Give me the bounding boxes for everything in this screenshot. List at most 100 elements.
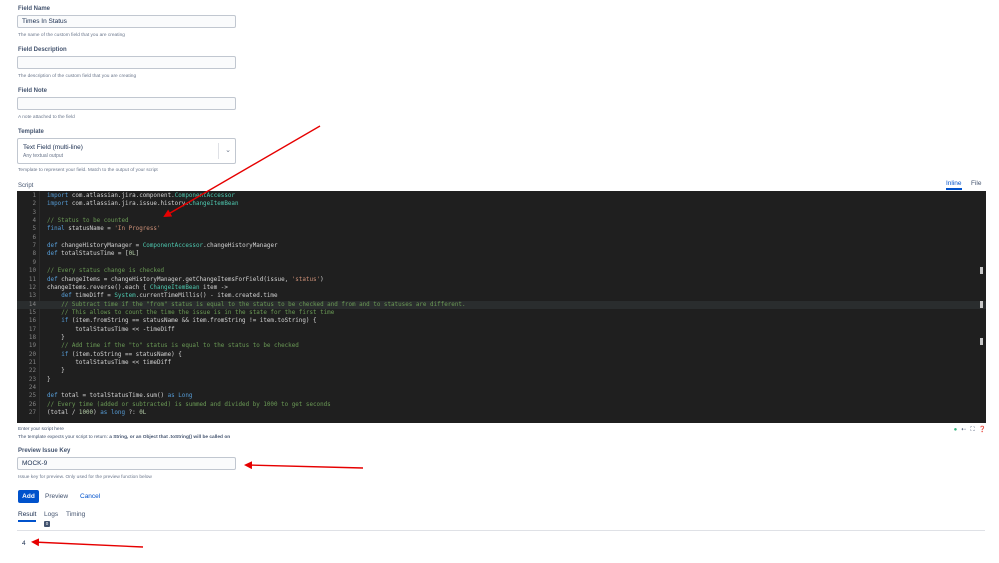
code-line[interactable]: 10 // Every status change is checked xyxy=(17,267,986,275)
code-text: final statusName = 'In Progress' xyxy=(47,226,161,233)
code-line[interactable]: 26 // Every time (added or subtracted) is… xyxy=(17,401,986,409)
fullscreen-icon[interactable]: ⛶ xyxy=(970,426,974,434)
code-line[interactable]: 5 final statusName = 'In Progress' xyxy=(17,225,986,233)
code-text: totalStatusTime << -timeDiff xyxy=(47,326,175,333)
preview-issue-key-input[interactable]: MOCK-9 xyxy=(17,457,236,470)
arrow-to-preview-key xyxy=(244,461,364,470)
arrow-left-icon[interactable]: ⇠ xyxy=(961,426,966,434)
code-text: def total = totalStatusTime.sum() as Lon… xyxy=(47,393,193,400)
line-number: 17 xyxy=(28,326,36,333)
code-line[interactable]: 3 xyxy=(17,209,986,217)
line-number: 21 xyxy=(28,360,36,366)
line-number: 12 xyxy=(28,284,36,291)
code-line[interactable]: 12 changeItems.reverse().each { ChangeIte… xyxy=(17,284,986,292)
tab-file[interactable]: File xyxy=(971,180,981,187)
line-number: 1 xyxy=(32,193,36,199)
tab-result[interactable]: Result xyxy=(18,511,37,522)
code-text: if (item.fromString == statusName && ite… xyxy=(61,318,317,325)
line-number: 13 xyxy=(28,293,36,300)
preview-issue-key-help: Issue key for preview. Only used for the… xyxy=(18,475,152,480)
line-number: 14 xyxy=(28,301,36,308)
code-line[interactable]: 7 def changeHistoryManager = ComponentAcc… xyxy=(17,242,986,250)
code-line[interactable]: 6 xyxy=(17,234,986,242)
line-number: 19 xyxy=(28,343,36,350)
template-selected-subtext: Any textual output xyxy=(23,153,64,159)
select-separator xyxy=(218,143,219,159)
result-value: 4 xyxy=(22,540,26,547)
add-button[interactable]: Add xyxy=(18,490,39,503)
line-number: 25 xyxy=(28,393,36,400)
code-line[interactable]: 20 if (item.toString == statusName) { xyxy=(17,351,986,359)
preview-button[interactable]: Preview xyxy=(45,490,68,503)
help-icon[interactable]: ❓ xyxy=(979,426,986,434)
code-line[interactable]: 16 if (item.fromString == statusName && … xyxy=(17,317,986,325)
code-line[interactable]: 11 def changeItems = changeHistoryManager… xyxy=(17,276,986,284)
code-line[interactable]: 8 def totalStatusTime = [0L] xyxy=(17,250,986,258)
line-number: 20 xyxy=(28,351,36,358)
code-line[interactable]: 9 xyxy=(17,259,986,267)
code-line[interactable]: 21 totalStatusTime << timeDiff xyxy=(17,359,986,367)
field-note-help: A note attached to the field xyxy=(18,115,75,120)
code-text: import com.atlassian.jira.issue.history.… xyxy=(47,201,239,208)
tab-inline[interactable]: Inline xyxy=(946,180,962,190)
editor-toolbar: ● ⇠ ⛶ ❓ xyxy=(954,426,986,434)
tab-timing[interactable]: Timing xyxy=(66,511,85,518)
field-note-input[interactable] xyxy=(17,97,236,110)
code-line[interactable]: 14 // Subtract time if the "from" status… xyxy=(17,300,986,309)
template-selected-value: Text Field (multi-line) xyxy=(23,144,83,151)
script-help: Enter your script here xyxy=(18,427,64,432)
code-text: def changeItems = changeHistoryManager.g… xyxy=(47,276,324,283)
code-line[interactable]: 23} xyxy=(17,376,986,384)
status-ok-icon: ● xyxy=(953,427,958,433)
code-text: } xyxy=(47,334,65,341)
code-line[interactable]: 1 import com.atlassian.jira.component.Com… xyxy=(17,192,986,200)
script-return-hint: The template expects your script to retu… xyxy=(18,435,231,440)
cancel-button[interactable]: Cancel xyxy=(80,490,100,503)
code-line[interactable]: 25 def total = totalStatusTime.sum() as L… xyxy=(17,392,986,400)
code-line[interactable]: 4 // Status to be counted xyxy=(17,217,986,225)
code-text: def changeHistoryManager = ComponentAcce… xyxy=(47,243,278,250)
results-divider xyxy=(17,530,985,531)
code-line[interactable]: 17 totalStatusTime << -timeDiff xyxy=(17,326,986,334)
line-number: 6 xyxy=(32,234,36,241)
line-number: 23 xyxy=(28,376,36,383)
code-text: // This allows to count the time the iss… xyxy=(61,309,335,316)
field-note-label: Field Note xyxy=(18,88,48,94)
field-description-input[interactable] xyxy=(17,56,236,69)
code-line[interactable]: 18 } xyxy=(17,334,986,342)
tab-logs[interactable]: Logs xyxy=(44,511,58,518)
field-description-help: The description of the custom field that… xyxy=(18,74,137,79)
template-help: Template to represent your field. Match … xyxy=(18,168,158,173)
line-number: 2 xyxy=(32,201,36,208)
code-text: import com.atlassian.jira.component.Comp… xyxy=(47,193,235,199)
code-line[interactable]: 2 import com.atlassian.jira.issue.history… xyxy=(17,200,986,208)
code-line[interactable]: 22 } xyxy=(17,367,986,375)
logs-count-badge: 0 xyxy=(44,521,50,527)
template-select[interactable]: Text Field (multi-line) Any textual outp… xyxy=(17,138,236,164)
code-text: } xyxy=(47,368,65,375)
script-label: Script xyxy=(18,183,34,189)
field-name-input[interactable]: Times In Status xyxy=(17,15,236,28)
code-text: } xyxy=(47,376,51,383)
line-number: 24 xyxy=(28,385,36,392)
code-text: // Status to be counted xyxy=(47,218,129,225)
code-line[interactable]: 27 (total / 1000) as long ?: 0L xyxy=(17,409,986,417)
code-line[interactable]: 24 xyxy=(17,384,986,392)
line-number: 22 xyxy=(28,368,36,375)
code-line[interactable]: 13 def timeDiff = System.currentTimeMill… xyxy=(17,292,986,300)
code-line[interactable]: 15 // This allows to count the time the … xyxy=(17,309,986,317)
line-number: 7 xyxy=(32,243,36,250)
line-number: 8 xyxy=(32,251,36,258)
code-text: totalStatusTime << timeDiff xyxy=(47,360,172,366)
chevron-down-icon[interactable]: ⌄ xyxy=(225,146,231,154)
script-editor[interactable]: 1 import com.atlassian.jira.component.Com… xyxy=(17,191,986,423)
code-line[interactable]: 19 // Add time if the "to" status is equ… xyxy=(17,342,986,350)
line-number: 26 xyxy=(28,401,36,408)
preview-issue-key-label: Preview Issue Key xyxy=(18,448,71,454)
code-text: // Every status change is checked xyxy=(47,268,165,275)
line-number: 11 xyxy=(28,276,36,283)
template-label: Template xyxy=(18,129,44,135)
code-text: // Add time if the "to" status is equal … xyxy=(61,343,299,350)
scrollbar-marker xyxy=(980,301,983,308)
scrollbar-marker xyxy=(980,267,983,274)
